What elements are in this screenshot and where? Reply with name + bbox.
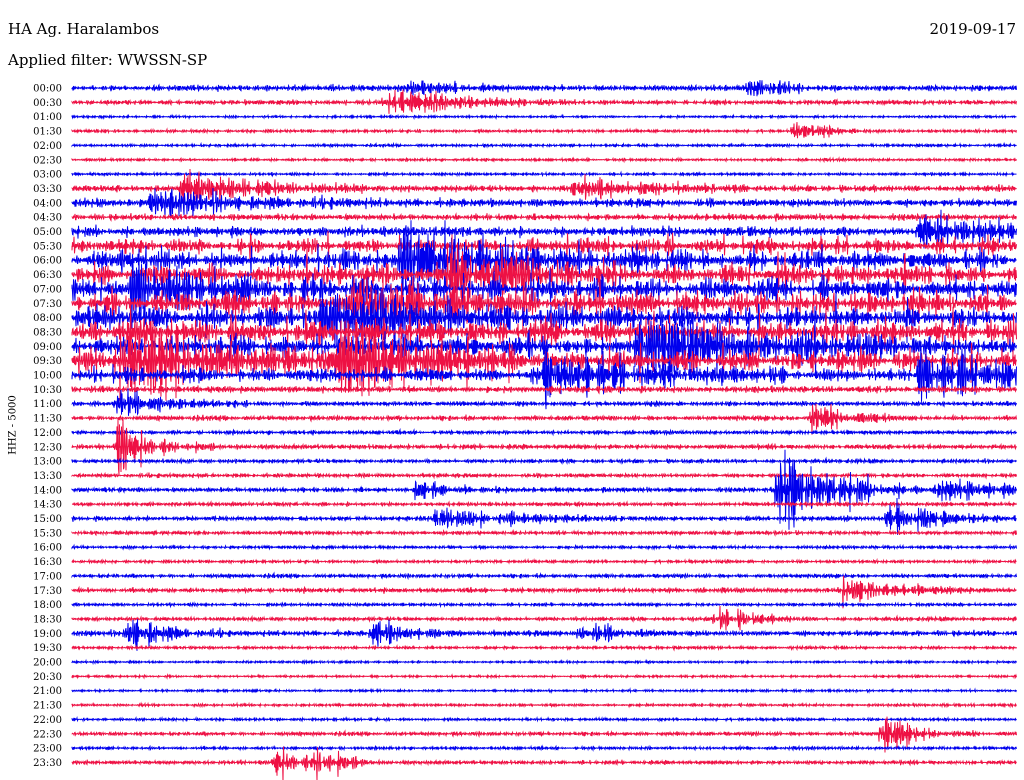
row-time-label: 12:30 — [33, 442, 62, 453]
trace-row — [71, 388, 1017, 416]
trace-row — [71, 658, 1017, 666]
row-time-label: 18:30 — [33, 614, 62, 625]
row-time-label: 05:00 — [33, 227, 62, 238]
trace-row — [71, 571, 1017, 581]
row-time-label: 03:00 — [33, 170, 62, 181]
trace-row — [71, 427, 1017, 437]
row-time-label: 05:30 — [33, 241, 62, 252]
trace-row — [71, 605, 1017, 631]
trace-row — [71, 543, 1017, 551]
trace-row — [71, 619, 1017, 651]
row-time-label: 16:00 — [33, 543, 62, 554]
trace-row — [71, 601, 1017, 609]
trace-row — [71, 89, 1017, 114]
trace-row — [71, 456, 1017, 465]
row-time-label: 10:30 — [33, 385, 62, 396]
trace-row — [71, 701, 1017, 709]
row-time-label: 06:30 — [33, 270, 62, 281]
row-time-label: 19:30 — [33, 643, 62, 654]
row-time-label: 20:30 — [33, 672, 62, 683]
row-time-label: 09:30 — [33, 356, 62, 367]
row-time-label: 14:00 — [33, 485, 62, 496]
row-time-label: 03:30 — [33, 184, 62, 195]
trace-row — [71, 122, 1017, 139]
row-time-label: 00:30 — [33, 98, 62, 109]
row-time-label: 17:30 — [33, 586, 62, 597]
trace-row — [71, 557, 1017, 565]
trace-row — [71, 141, 1017, 149]
trace-row — [71, 746, 1017, 780]
trace-row — [71, 643, 1017, 652]
row-time-label: 04:00 — [33, 198, 62, 209]
trace-row — [71, 471, 1017, 480]
trace-row — [71, 744, 1017, 752]
row-time-label: 20:00 — [33, 658, 62, 669]
row-time-label: 02:30 — [33, 155, 62, 166]
trace-row — [71, 156, 1017, 164]
trace-row — [71, 80, 1017, 97]
row-time-label: 13:30 — [33, 471, 62, 482]
row-time-label: 21:00 — [33, 686, 62, 697]
row-time-label: 15:00 — [33, 514, 62, 525]
trace-row — [71, 500, 1017, 508]
row-time-label: 18:00 — [33, 600, 62, 611]
row-time-label: 19:00 — [33, 629, 62, 640]
row-time-label: 23:30 — [33, 758, 62, 769]
row-time-label: 10:00 — [33, 371, 62, 382]
row-time-label: 07:30 — [33, 299, 62, 310]
trace-row — [71, 715, 1017, 723]
row-time-label: 21:30 — [33, 701, 62, 712]
row-time-label: 06:00 — [33, 256, 62, 267]
traces — [71, 80, 1017, 780]
row-time-label: 17:00 — [33, 571, 62, 582]
row-time-label: 01:00 — [33, 112, 62, 123]
trace-row — [71, 113, 1017, 121]
trace-row — [71, 187, 1017, 218]
row-time-label: 04:30 — [33, 213, 62, 224]
row-time-label: 15:30 — [33, 528, 62, 539]
row-time-label: 01:30 — [33, 127, 62, 138]
trace-row — [71, 528, 1017, 537]
row-time-label: 07:00 — [33, 284, 62, 295]
row-time-label: 23:00 — [33, 744, 62, 755]
trace-row — [71, 384, 1017, 395]
trace-row — [71, 673, 1017, 680]
row-time-label: 08:30 — [33, 327, 62, 338]
row-time-label: 02:00 — [33, 141, 62, 152]
trace-row — [71, 170, 1017, 178]
row-time-label: 22:30 — [33, 729, 62, 740]
row-time-label: 22:00 — [33, 715, 62, 726]
row-time-label: 00:00 — [33, 84, 62, 95]
row-time-label: 16:30 — [33, 557, 62, 568]
row-time-label: 14:30 — [33, 500, 62, 511]
row-time-label: 11:00 — [33, 399, 62, 410]
row-time-label: 11:30 — [33, 414, 62, 425]
row-time-label: 13:00 — [33, 457, 62, 468]
trace-row — [71, 418, 1017, 475]
trace-row — [71, 687, 1017, 695]
helicorder-plot: 00:00 00:30 01:00 01:30 02:00 02:30 03:00 03:30… — [33, 80, 1017, 780]
row-time-label: 08:00 — [33, 313, 62, 324]
row-time-label: 12:00 — [33, 428, 62, 439]
row-time-label: 09:00 — [33, 342, 62, 353]
row-labels: 00:00 00:30 01:00 01:30 02:00 02:30 03:00 03:30… — [33, 84, 62, 769]
